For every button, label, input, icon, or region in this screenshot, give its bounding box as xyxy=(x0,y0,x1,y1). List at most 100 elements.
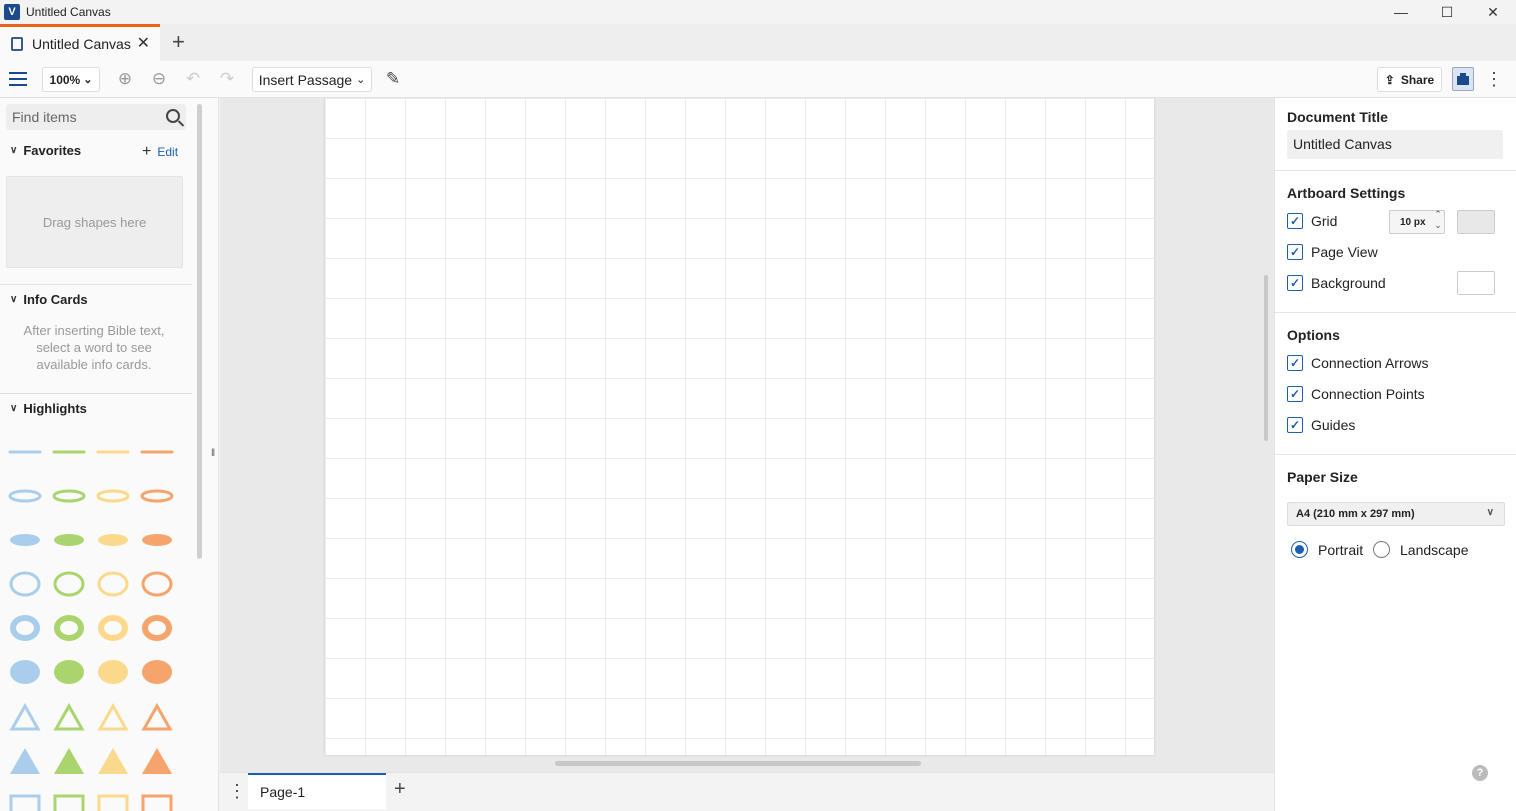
highlight-shapes-grid xyxy=(8,450,174,811)
zoom-value: 100% xyxy=(49,72,81,87)
page-tab-1[interactable]: Page-1 xyxy=(248,773,386,809)
chevron-down-icon: ∨ xyxy=(10,294,18,305)
connection-points-checkbox[interactable]: ✓ xyxy=(1287,386,1303,402)
highlight-filled-triangle-blue[interactable] xyxy=(10,748,40,774)
search-icon[interactable] xyxy=(166,109,180,123)
share-button[interactable]: ⇪ Share xyxy=(1377,67,1442,92)
background-checkbox-row[interactable]: ✓ Background xyxy=(1287,275,1386,291)
grid-checkbox[interactable]: ✓ xyxy=(1287,213,1303,229)
favorites-dropzone[interactable]: Drag shapes here xyxy=(6,176,183,268)
highlight-thin-oval-green[interactable] xyxy=(52,489,86,503)
paper-size-select[interactable]: A4 (210 mm x 297 mm) ∨ xyxy=(1287,502,1505,526)
highlight-filled-thin-oval-row xyxy=(10,534,172,546)
connection-arrows-row[interactable]: ✓ Connection Arrows xyxy=(1287,355,1429,371)
guides-row[interactable]: ✓ Guides xyxy=(1287,417,1355,433)
add-page-button[interactable]: + xyxy=(394,778,406,801)
highlight-triangle-orange[interactable] xyxy=(141,702,173,731)
pen-icon[interactable]: ✎ xyxy=(383,69,403,89)
new-tab-button[interactable]: + xyxy=(172,29,185,55)
highlight-filled-oval-blue[interactable] xyxy=(10,660,40,684)
portrait-radio[interactable] xyxy=(1291,541,1308,558)
highlight-rect-blue[interactable] xyxy=(9,794,41,811)
page-options-icon[interactable]: ⋮ xyxy=(228,781,246,802)
highlight-thin-oval-yellow[interactable] xyxy=(96,489,130,503)
more-options-icon[interactable]: ⋮ xyxy=(1485,69,1503,89)
highlight-filled-oval-yellow[interactable] xyxy=(98,660,128,684)
highlight-oval-orange[interactable] xyxy=(141,571,173,597)
highlight-thin-oval-blue[interactable] xyxy=(8,489,42,503)
highlight-rect-green[interactable] xyxy=(53,794,85,811)
guides-checkbox[interactable]: ✓ xyxy=(1287,417,1303,433)
highlight-filled-triangle-orange[interactable] xyxy=(142,748,172,774)
highlight-filled-triangle-yellow[interactable] xyxy=(98,748,128,774)
highlight-filled-thin-oval-yellow[interactable] xyxy=(98,534,128,546)
background-checkbox[interactable]: ✓ xyxy=(1287,275,1303,291)
redo-icon[interactable]: ↷ xyxy=(217,69,237,89)
minimize-button[interactable]: — xyxy=(1378,0,1424,24)
highlight-filled-thin-oval-green[interactable] xyxy=(54,534,84,546)
highlight-filled-oval-green[interactable] xyxy=(54,660,84,684)
highlight-rect-orange[interactable] xyxy=(141,794,173,811)
zoom-out-icon[interactable]: ⊖ xyxy=(149,69,169,89)
search-input[interactable] xyxy=(12,108,162,126)
grid-checkbox-row[interactable]: ✓ Grid xyxy=(1287,213,1337,229)
menu-icon[interactable] xyxy=(8,70,28,88)
document-icon xyxy=(11,37,23,51)
highlight-rect-yellow[interactable] xyxy=(97,794,129,811)
highlight-oval-blue[interactable] xyxy=(9,571,41,597)
resize-handle-icon[interactable]: ‖ xyxy=(211,448,215,459)
highlight-thick-oval-yellow[interactable] xyxy=(98,615,128,641)
highlight-oval-yellow[interactable] xyxy=(97,571,129,597)
zoom-in-icon[interactable]: ⊕ xyxy=(115,69,135,89)
favorites-header[interactable]: ∨ Favorites xyxy=(10,143,81,158)
highlight-thick-oval-orange[interactable] xyxy=(142,615,172,641)
background-color-swatch[interactable] xyxy=(1457,271,1495,295)
highlight-thick-oval-blue[interactable] xyxy=(10,615,40,641)
undo-icon[interactable]: ↶ xyxy=(183,69,203,89)
horizontal-scrollbar[interactable] xyxy=(555,761,921,766)
landscape-radio[interactable] xyxy=(1373,541,1390,558)
landscape-label: Landscape xyxy=(1400,541,1469,558)
highlight-filled-triangle-green[interactable] xyxy=(54,748,84,774)
spinner-down-icon[interactable]: ⌄ xyxy=(1433,220,1443,231)
connection-arrows-checkbox[interactable]: ✓ xyxy=(1287,355,1303,371)
landscape-radio-row[interactable]: Landscape xyxy=(1373,541,1469,558)
highlight-triangle-green[interactable] xyxy=(53,702,85,731)
favorites-edit-button[interactable]: + Edit xyxy=(142,143,178,161)
portrait-radio-row[interactable]: Portrait xyxy=(1291,541,1363,558)
vertical-scrollbar[interactable] xyxy=(1264,275,1268,441)
highlight-rect-row xyxy=(9,794,173,811)
highlight-triangle-blue[interactable] xyxy=(9,702,41,731)
zoom-select[interactable]: 100% ⌄ xyxy=(42,67,100,92)
highlight-filled-oval-orange[interactable] xyxy=(142,660,172,684)
document-title-label: Document Title xyxy=(1287,109,1388,125)
properties-panel: Document Title Untitled Canvas Artboard … xyxy=(1274,98,1516,811)
highlight-filled-thin-oval-orange[interactable] xyxy=(142,534,172,546)
connection-points-row[interactable]: ✓ Connection Points xyxy=(1287,386,1425,402)
chevron-down-icon: ⌄ xyxy=(356,74,366,86)
maximize-button[interactable]: ☐ xyxy=(1424,0,1470,24)
panel-toggle-icon[interactable] xyxy=(1452,67,1474,91)
share-label: Share xyxy=(1400,72,1435,87)
close-tab-icon[interactable]: ✕ xyxy=(137,33,150,53)
help-icon[interactable]: ? xyxy=(1472,765,1488,781)
spinner-up-icon[interactable]: ⌃ xyxy=(1433,209,1443,220)
info-cards-header[interactable]: ∨ Info Cards xyxy=(10,292,88,307)
page-view-checkbox[interactable]: ✓ xyxy=(1287,244,1303,260)
highlight-oval-green[interactable] xyxy=(53,571,85,597)
highlight-thin-oval-orange[interactable] xyxy=(140,489,174,503)
document-title-field[interactable]: Untitled Canvas xyxy=(1287,130,1503,159)
page-view-checkbox-row[interactable]: ✓ Page View xyxy=(1287,244,1378,260)
highlights-header[interactable]: ∨ Highlights xyxy=(10,401,87,416)
tab-untitled-canvas[interactable]: Untitled Canvas ✕ xyxy=(0,24,160,61)
close-window-button[interactable]: ✕ xyxy=(1470,0,1516,24)
highlight-triangle-yellow[interactable] xyxy=(97,702,129,731)
highlight-filled-thin-oval-blue[interactable] xyxy=(10,534,40,546)
divider xyxy=(1275,170,1516,171)
artboard-page[interactable] xyxy=(325,98,1154,755)
highlight-thick-oval-green[interactable] xyxy=(54,615,84,641)
toolbar: 100% ⌄ ⊕ ⊖ ↶ ↷ Insert Passage ⌄ ✎ ⇪ Shar… xyxy=(0,61,1516,98)
grid-color-swatch[interactable] xyxy=(1457,210,1495,234)
insert-passage-button[interactable]: Insert Passage ⌄ xyxy=(252,67,372,92)
sidebar-scrollbar[interactable] xyxy=(197,104,202,559)
